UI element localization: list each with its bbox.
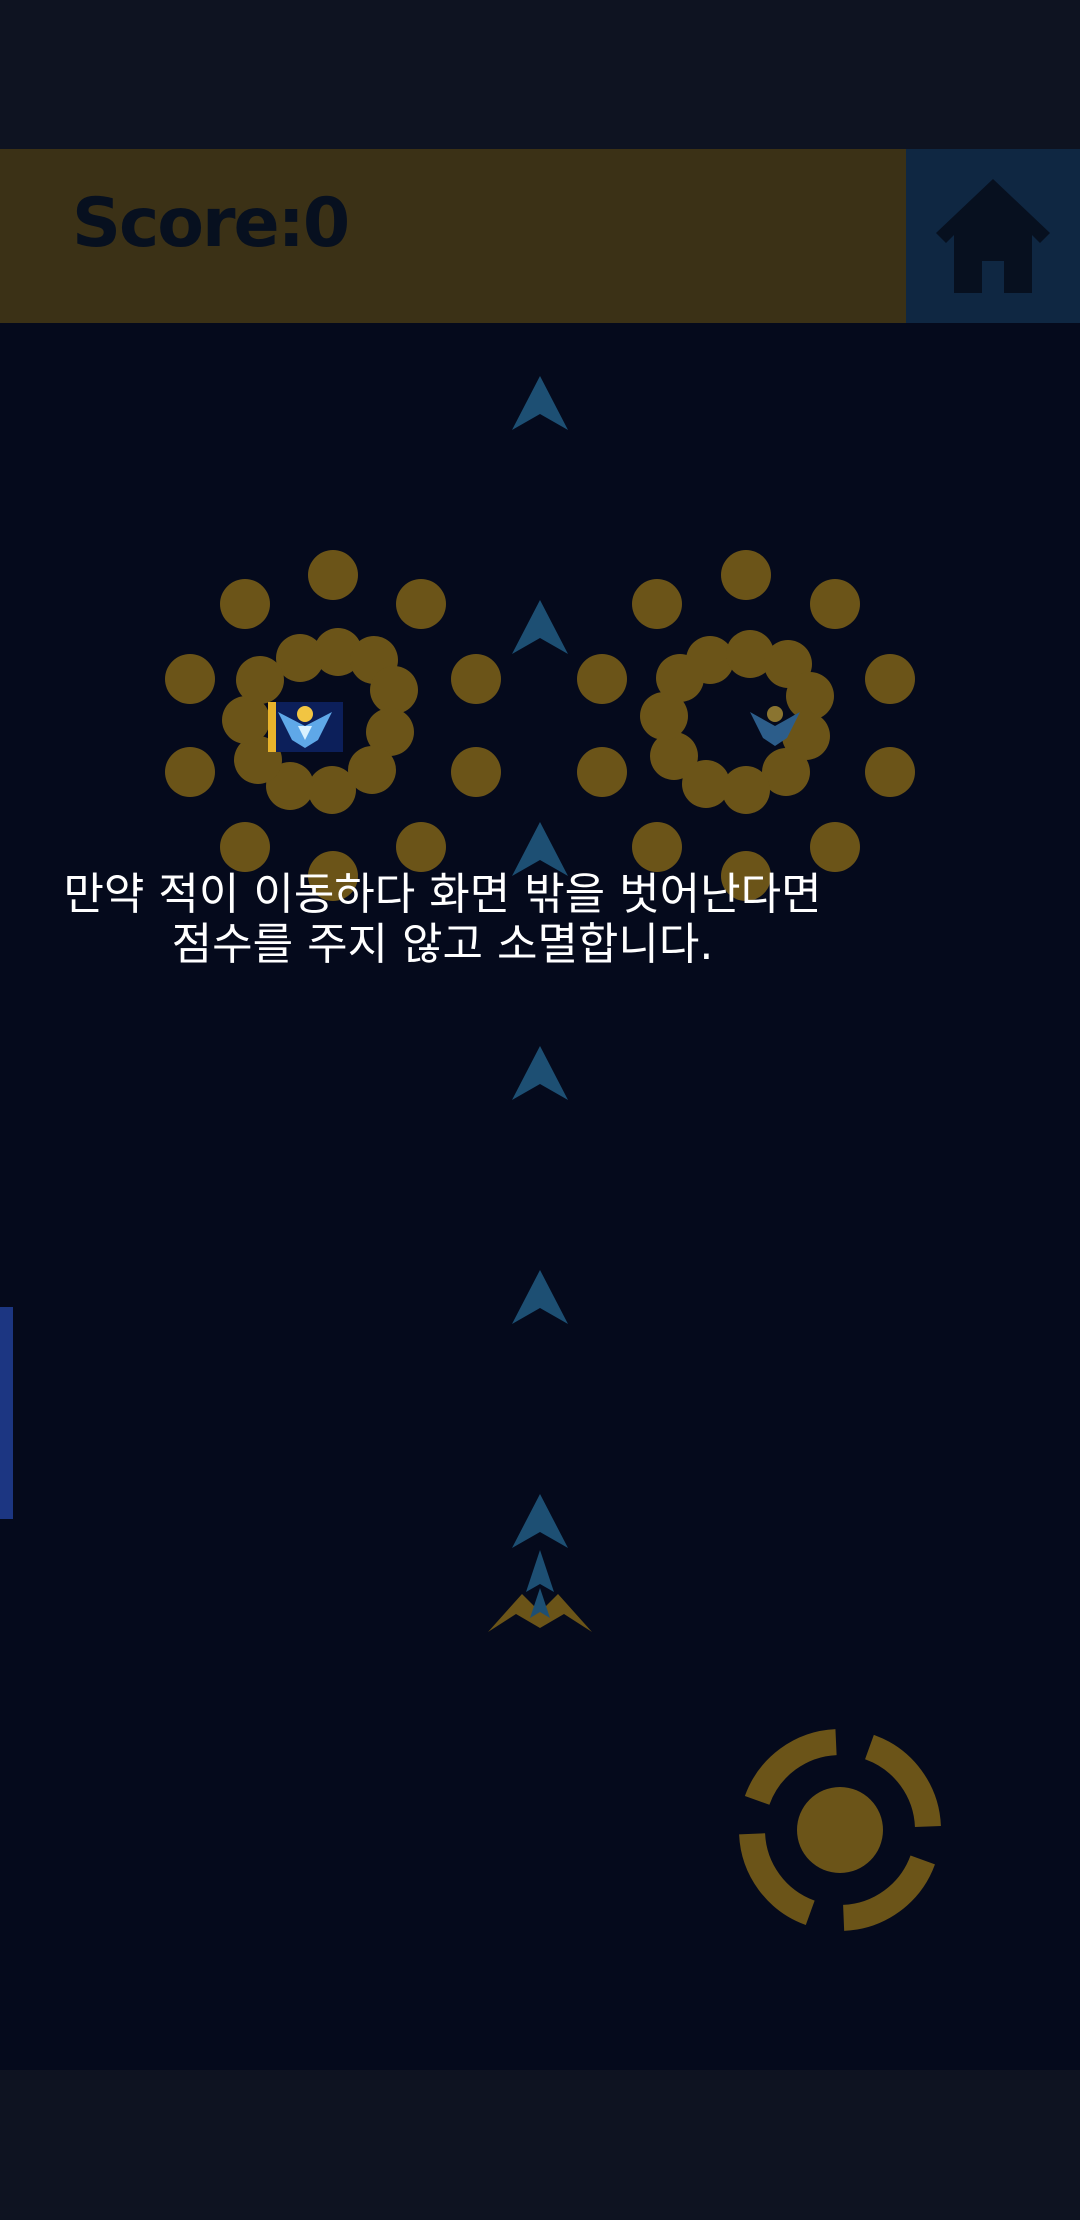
crosshair-fire-icon [739,1729,941,1931]
navigation-bar [0,2070,1080,2220]
enemy-formation-right [577,550,915,901]
game-screen: Score:0 만약 적이 이동하다 화면 밖을 벗어난다면 점수를 주지 않고… [0,0,1080,2220]
home-button[interactable] [906,149,1080,323]
enemy-formation-left [165,550,501,901]
tutorial-message: 만약 적이 이동하다 화면 밖을 벗어난다면 점수를 주지 않고 소멸합니다. [0,870,885,970]
home-icon [936,179,1050,293]
score-label: Score:0 [72,184,350,263]
bullet-arrow [512,1270,568,1324]
tutorial-line-2: 점수를 주지 않고 소멸합니다. [171,919,714,970]
bullet-arrow [512,1046,568,1100]
fire-button[interactable] [735,1725,945,1935]
bullet-arrow [512,1494,568,1548]
bullet-arrow [512,376,568,430]
side-gauge [0,1307,13,1519]
tutorial-line-1: 만약 적이 이동하다 화면 밖을 벗어난다면 [63,869,822,920]
player-ship-icon [488,1550,592,1632]
